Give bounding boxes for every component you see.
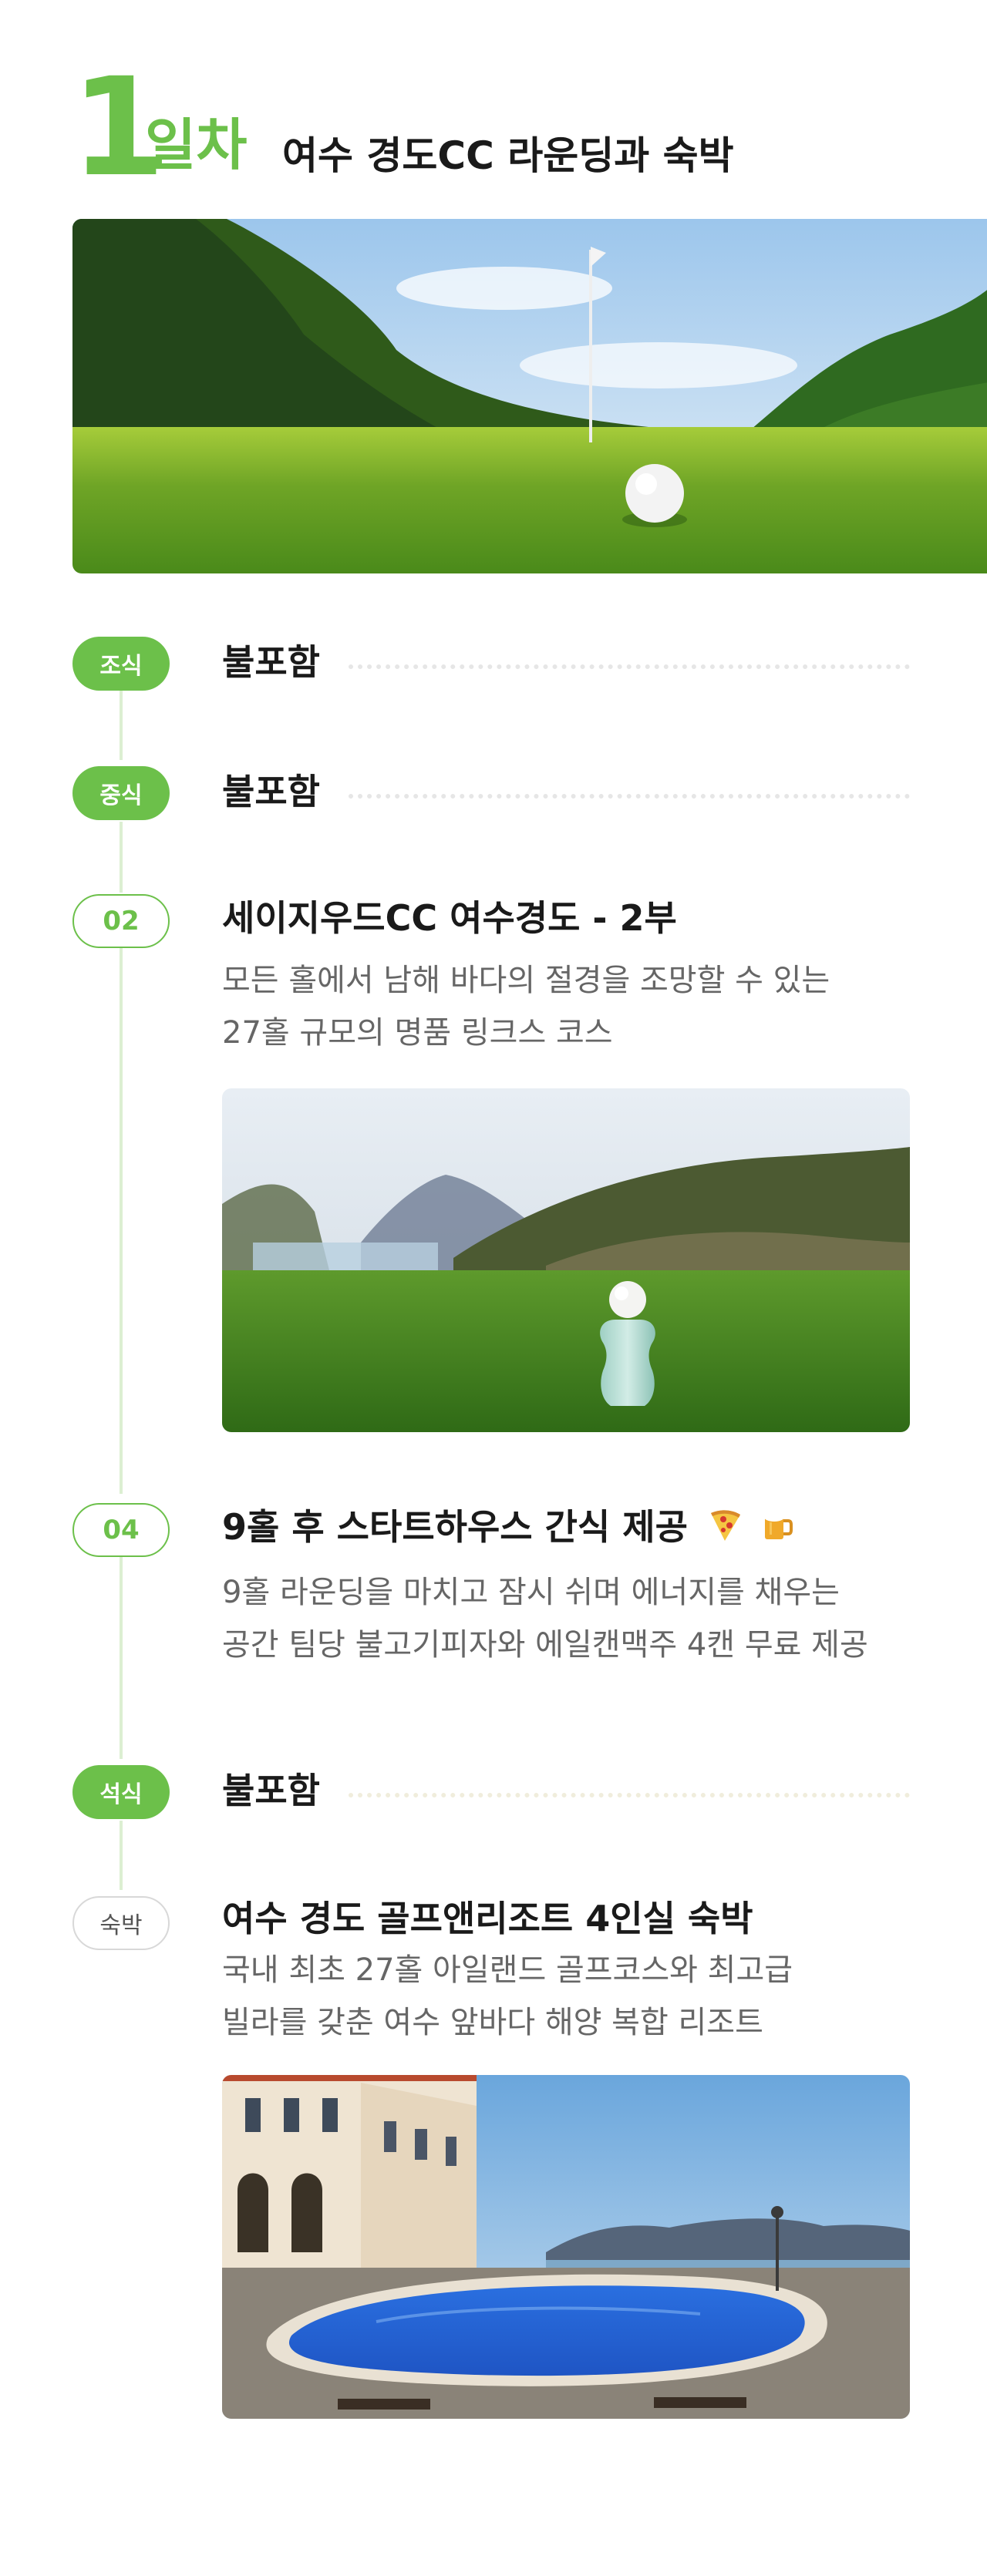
golf-tee-image [222, 1088, 910, 1432]
day-title: 여수 경도CC 라운딩과 숙박 [282, 133, 734, 178]
lunch-dotted-divider [349, 794, 910, 799]
step-02-desc-line2: 27홀 규모의 명품 링크스 코스 [222, 1015, 613, 1051]
day-unit-label: 일차 [145, 113, 248, 177]
beer-icon [759, 1507, 794, 1552]
lodging-desc-line1: 국내 최초 27홀 아일랜드 골프코스와 최고급 [222, 1952, 793, 1988]
badge-step-02: 02 [72, 894, 170, 948]
breakfast-dotted-divider [349, 664, 910, 669]
badge-dinner: 석식 [72, 1765, 170, 1819]
badge-breakfast: 조식 [72, 637, 170, 691]
lunch-title: 불포함 [222, 771, 320, 812]
timeline-line-1 [120, 691, 123, 760]
step-02-title: 세이지우드CC 여수경도 - 2부 [222, 897, 677, 939]
breakfast-title: 불포함 [222, 641, 320, 683]
hero-golf-course-image [72, 219, 987, 573]
timeline-line-5 [120, 1821, 123, 1890]
badge-step-04: 04 [72, 1503, 170, 1557]
step-02-desc-line1: 모든 홀에서 남해 바다의 절경을 조망할 수 있는 [222, 963, 830, 998]
dinner-dotted-divider [349, 1793, 910, 1797]
step-04-title-row: 9홀 후 스타트하우스 간식 제공 [222, 1506, 794, 1552]
step-04-desc-line1: 9홀 라운딩을 마치고 잠시 쉬며 에너지를 채우는 [222, 1575, 840, 1610]
step-04-desc-line2: 공간 팀당 불고기피자와 에일캔맥주 4캔 무료 제공 [222, 1627, 868, 1663]
timeline-line-2 [120, 822, 123, 893]
badge-lunch: 중식 [72, 766, 170, 820]
resort-pool-image [222, 2075, 910, 2419]
timeline-line-3 [120, 947, 123, 1494]
lodging-desc-line2: 빌라를 갖춘 여수 앞바다 해양 복합 리조트 [222, 2005, 763, 2040]
pizza-icon [708, 1507, 743, 1552]
lodging-title: 여수 경도 골프앤리조트 4인실 숙박 [222, 1898, 753, 1939]
timeline-line-4 [120, 1557, 123, 1759]
dinner-title: 불포함 [222, 1770, 320, 1811]
badge-lodging: 숙박 [72, 1896, 170, 1950]
step-04-title: 9홀 후 스타트하우스 간식 제공 [222, 1506, 688, 1548]
